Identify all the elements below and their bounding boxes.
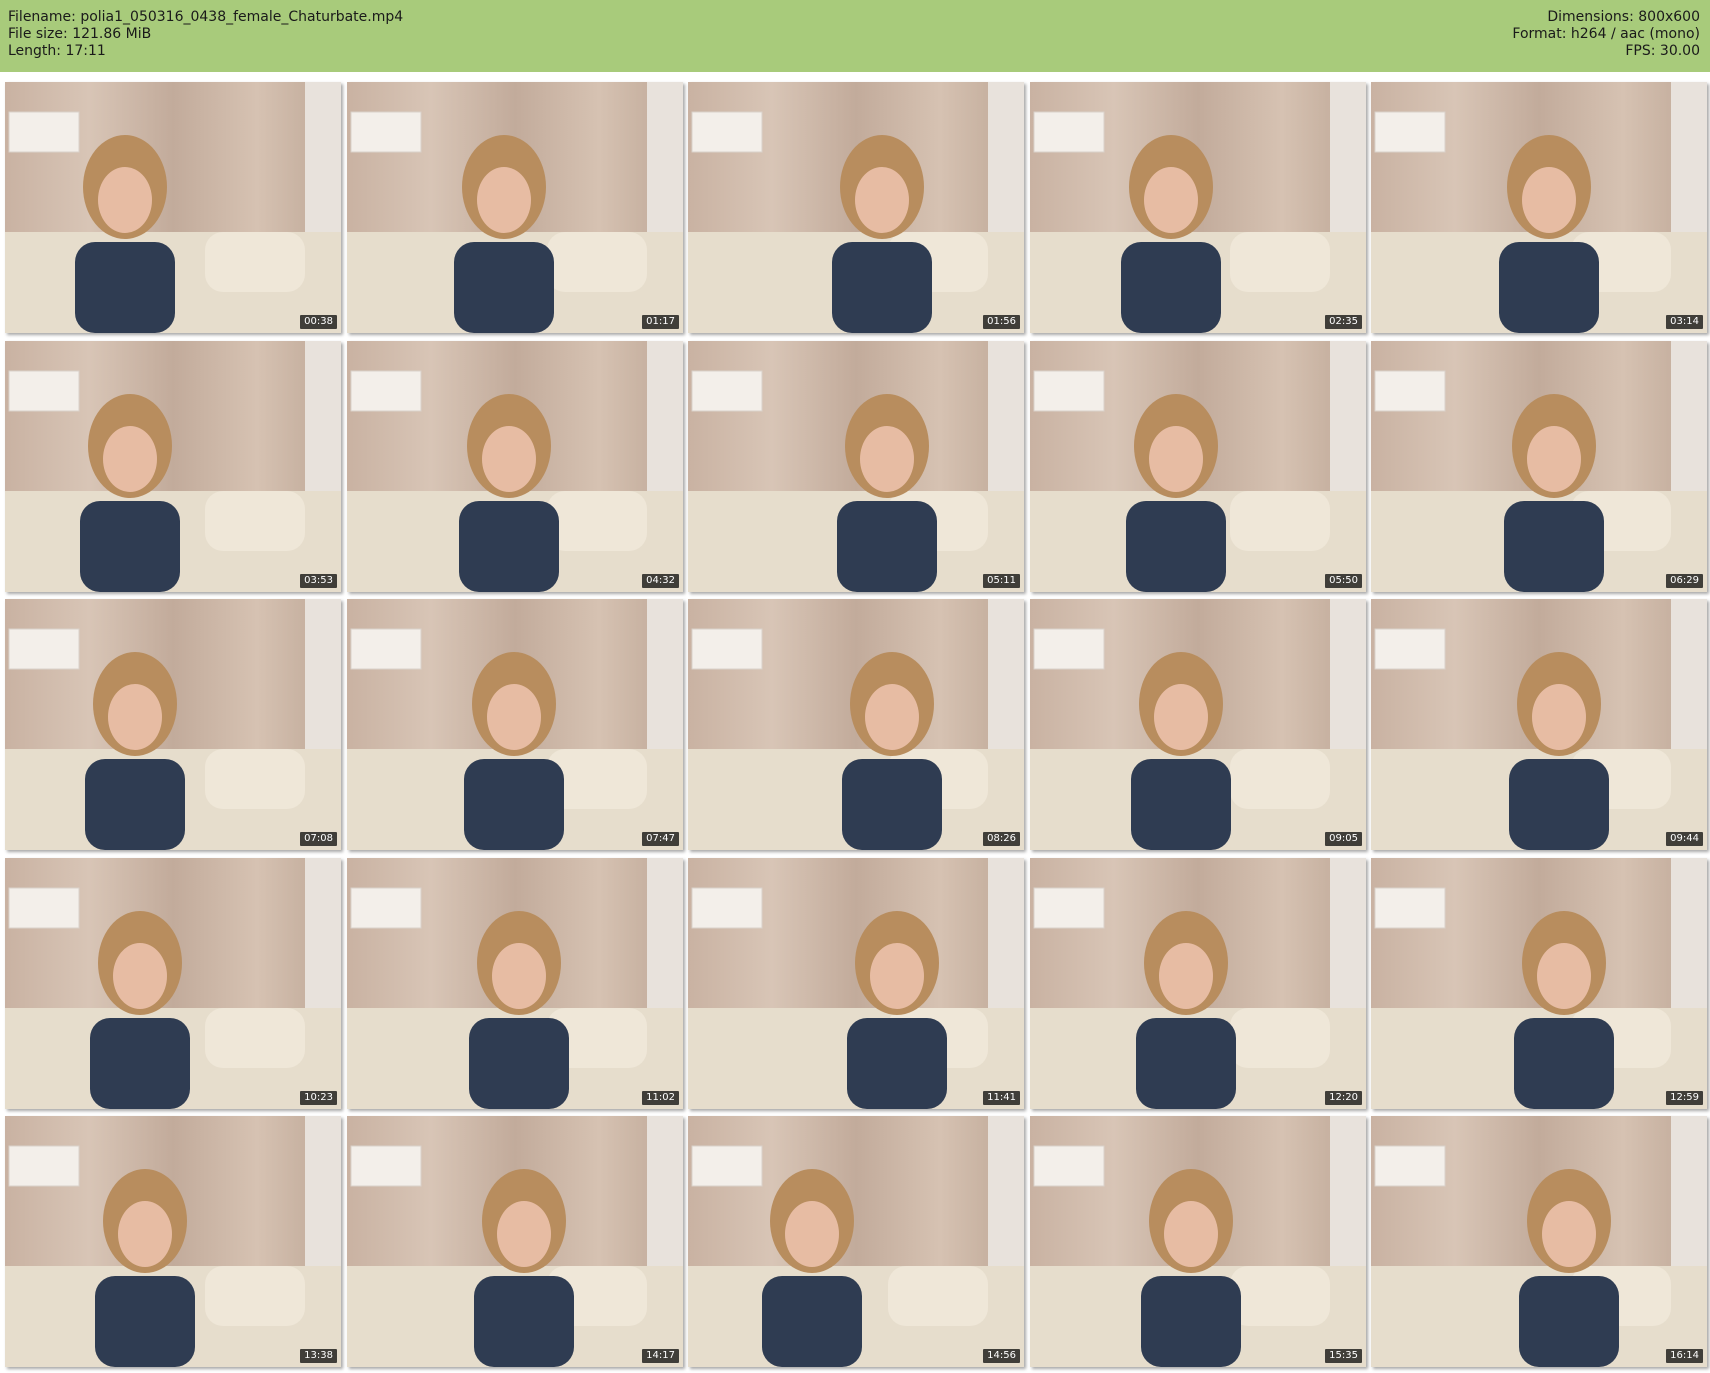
- frame-image: [1371, 858, 1707, 1109]
- video-thumbnail: 07:47: [347, 599, 683, 850]
- length-label: Length:: [8, 43, 62, 59]
- length-value: 17:11: [65, 43, 106, 59]
- video-info: Dimensions: 800x600 Format: h264 / aac (…: [1512, 9, 1700, 60]
- frame-image: [688, 1116, 1024, 1367]
- timestamp-label: 15:35: [1325, 1349, 1362, 1363]
- timestamp-label: 00:38: [300, 315, 337, 329]
- timestamp-label: 14:56: [983, 1349, 1020, 1363]
- timestamp-label: 06:29: [1666, 574, 1703, 588]
- video-thumbnail: 06:29: [1371, 341, 1707, 592]
- timestamp-label: 03:14: [1666, 315, 1703, 329]
- timestamp-label: 12:59: [1666, 1091, 1703, 1105]
- format-line: Format: h264 / aac (mono): [1512, 26, 1700, 43]
- video-thumbnail: 16:14: [1371, 1116, 1707, 1367]
- video-thumbnail: 05:50: [1030, 341, 1366, 592]
- video-thumbnail: 01:56: [688, 82, 1024, 333]
- file-info: Filename: polia1_050316_0438_female_Chat…: [8, 9, 403, 60]
- timestamp-label: 01:56: [983, 315, 1020, 329]
- fps-label: FPS:: [1625, 43, 1656, 59]
- timestamp-label: 12:20: [1325, 1091, 1362, 1105]
- frame-image: [688, 82, 1024, 333]
- frame-image: [688, 341, 1024, 592]
- timestamp-label: 16:14: [1666, 1349, 1703, 1363]
- video-thumbnail: 01:17: [347, 82, 683, 333]
- frame-image: [688, 599, 1024, 850]
- fps-line: FPS: 30.00: [1512, 43, 1700, 60]
- timestamp-label: 07:08: [300, 832, 337, 846]
- frame-image: [1030, 341, 1366, 592]
- frame-image: [347, 82, 683, 333]
- frame-image: [1030, 82, 1366, 333]
- timestamp-label: 14:17: [642, 1349, 679, 1363]
- video-thumbnail: 14:56: [688, 1116, 1024, 1367]
- video-thumbnail: 14:17: [347, 1116, 683, 1367]
- timestamp-label: 08:26: [983, 832, 1020, 846]
- timestamp-label: 01:17: [642, 315, 679, 329]
- length-line: Length: 17:11: [8, 43, 403, 60]
- frame-image: [5, 599, 341, 850]
- filesize-value: 121.86 MiB: [72, 26, 152, 42]
- video-thumbnail: 11:02: [347, 858, 683, 1109]
- timestamp-label: 13:38: [300, 1349, 337, 1363]
- frame-image: [1030, 858, 1366, 1109]
- timestamp-label: 07:47: [642, 832, 679, 846]
- filename-value: polia1_050316_0438_female_Chaturbate.mp4: [80, 9, 404, 25]
- frame-image: [1030, 599, 1366, 850]
- timestamp-label: 11:02: [642, 1091, 679, 1105]
- video-thumbnail: 15:35: [1030, 1116, 1366, 1367]
- video-thumbnail: 07:08: [5, 599, 341, 850]
- frame-image: [347, 341, 683, 592]
- frame-image: [1371, 341, 1707, 592]
- video-thumbnail: 12:20: [1030, 858, 1366, 1109]
- timestamp-label: 09:44: [1666, 832, 1703, 846]
- frame-image: [347, 1116, 683, 1367]
- timestamp-label: 03:53: [300, 574, 337, 588]
- video-thumbnail: 03:53: [5, 341, 341, 592]
- video-thumbnail: 11:41: [688, 858, 1024, 1109]
- video-thumbnail: 08:26: [688, 599, 1024, 850]
- video-thumbnail: 05:11: [688, 341, 1024, 592]
- timestamp-label: 11:41: [983, 1091, 1020, 1105]
- filename-label: Filename:: [8, 9, 76, 25]
- timestamp-label: 05:50: [1325, 574, 1362, 588]
- video-thumbnail: 04:32: [347, 341, 683, 592]
- frame-image: [1371, 82, 1707, 333]
- timestamp-label: 09:05: [1325, 832, 1362, 846]
- filename-line: Filename: polia1_050316_0438_female_Chat…: [8, 9, 403, 26]
- frame-image: [1371, 1116, 1707, 1367]
- format-label: Format:: [1512, 26, 1567, 42]
- timestamp-label: 02:35: [1325, 315, 1362, 329]
- video-thumbnail: 09:05: [1030, 599, 1366, 850]
- info-header: Filename: polia1_050316_0438_female_Chat…: [0, 0, 1710, 72]
- dimensions-label: Dimensions:: [1547, 9, 1634, 25]
- filesize-label: File size:: [8, 26, 68, 42]
- timestamp-label: 04:32: [642, 574, 679, 588]
- frame-image: [5, 858, 341, 1109]
- frame-image: [347, 858, 683, 1109]
- video-thumbnail: 09:44: [1371, 599, 1707, 850]
- dimensions-line: Dimensions: 800x600: [1512, 9, 1700, 26]
- video-thumbnail: 03:14: [1371, 82, 1707, 333]
- frame-image: [688, 858, 1024, 1109]
- timestamp-label: 10:23: [300, 1091, 337, 1105]
- frame-image: [5, 341, 341, 592]
- filesize-line: File size: 121.86 MiB: [8, 26, 403, 43]
- fps-value: 30.00: [1659, 43, 1700, 59]
- video-thumbnail: 00:38: [5, 82, 341, 333]
- frame-image: [347, 599, 683, 850]
- frame-image: [5, 82, 341, 333]
- frame-image: [5, 1116, 341, 1367]
- video-thumbnail: 13:38: [5, 1116, 341, 1367]
- format-value: h264 / aac (mono): [1570, 26, 1700, 42]
- video-thumbnail: 12:59: [1371, 858, 1707, 1109]
- video-thumbnail: 10:23: [5, 858, 341, 1109]
- video-thumbnail: 02:35: [1030, 82, 1366, 333]
- dimensions-value: 800x600: [1638, 9, 1700, 25]
- thumbnail-grid: 00:38 01:17 01:56 02:35 03:14 03:53 04:32 05:11…: [5, 82, 1710, 1373]
- frame-image: [1030, 1116, 1366, 1367]
- timestamp-label: 05:11: [983, 574, 1020, 588]
- frame-image: [1371, 599, 1707, 850]
